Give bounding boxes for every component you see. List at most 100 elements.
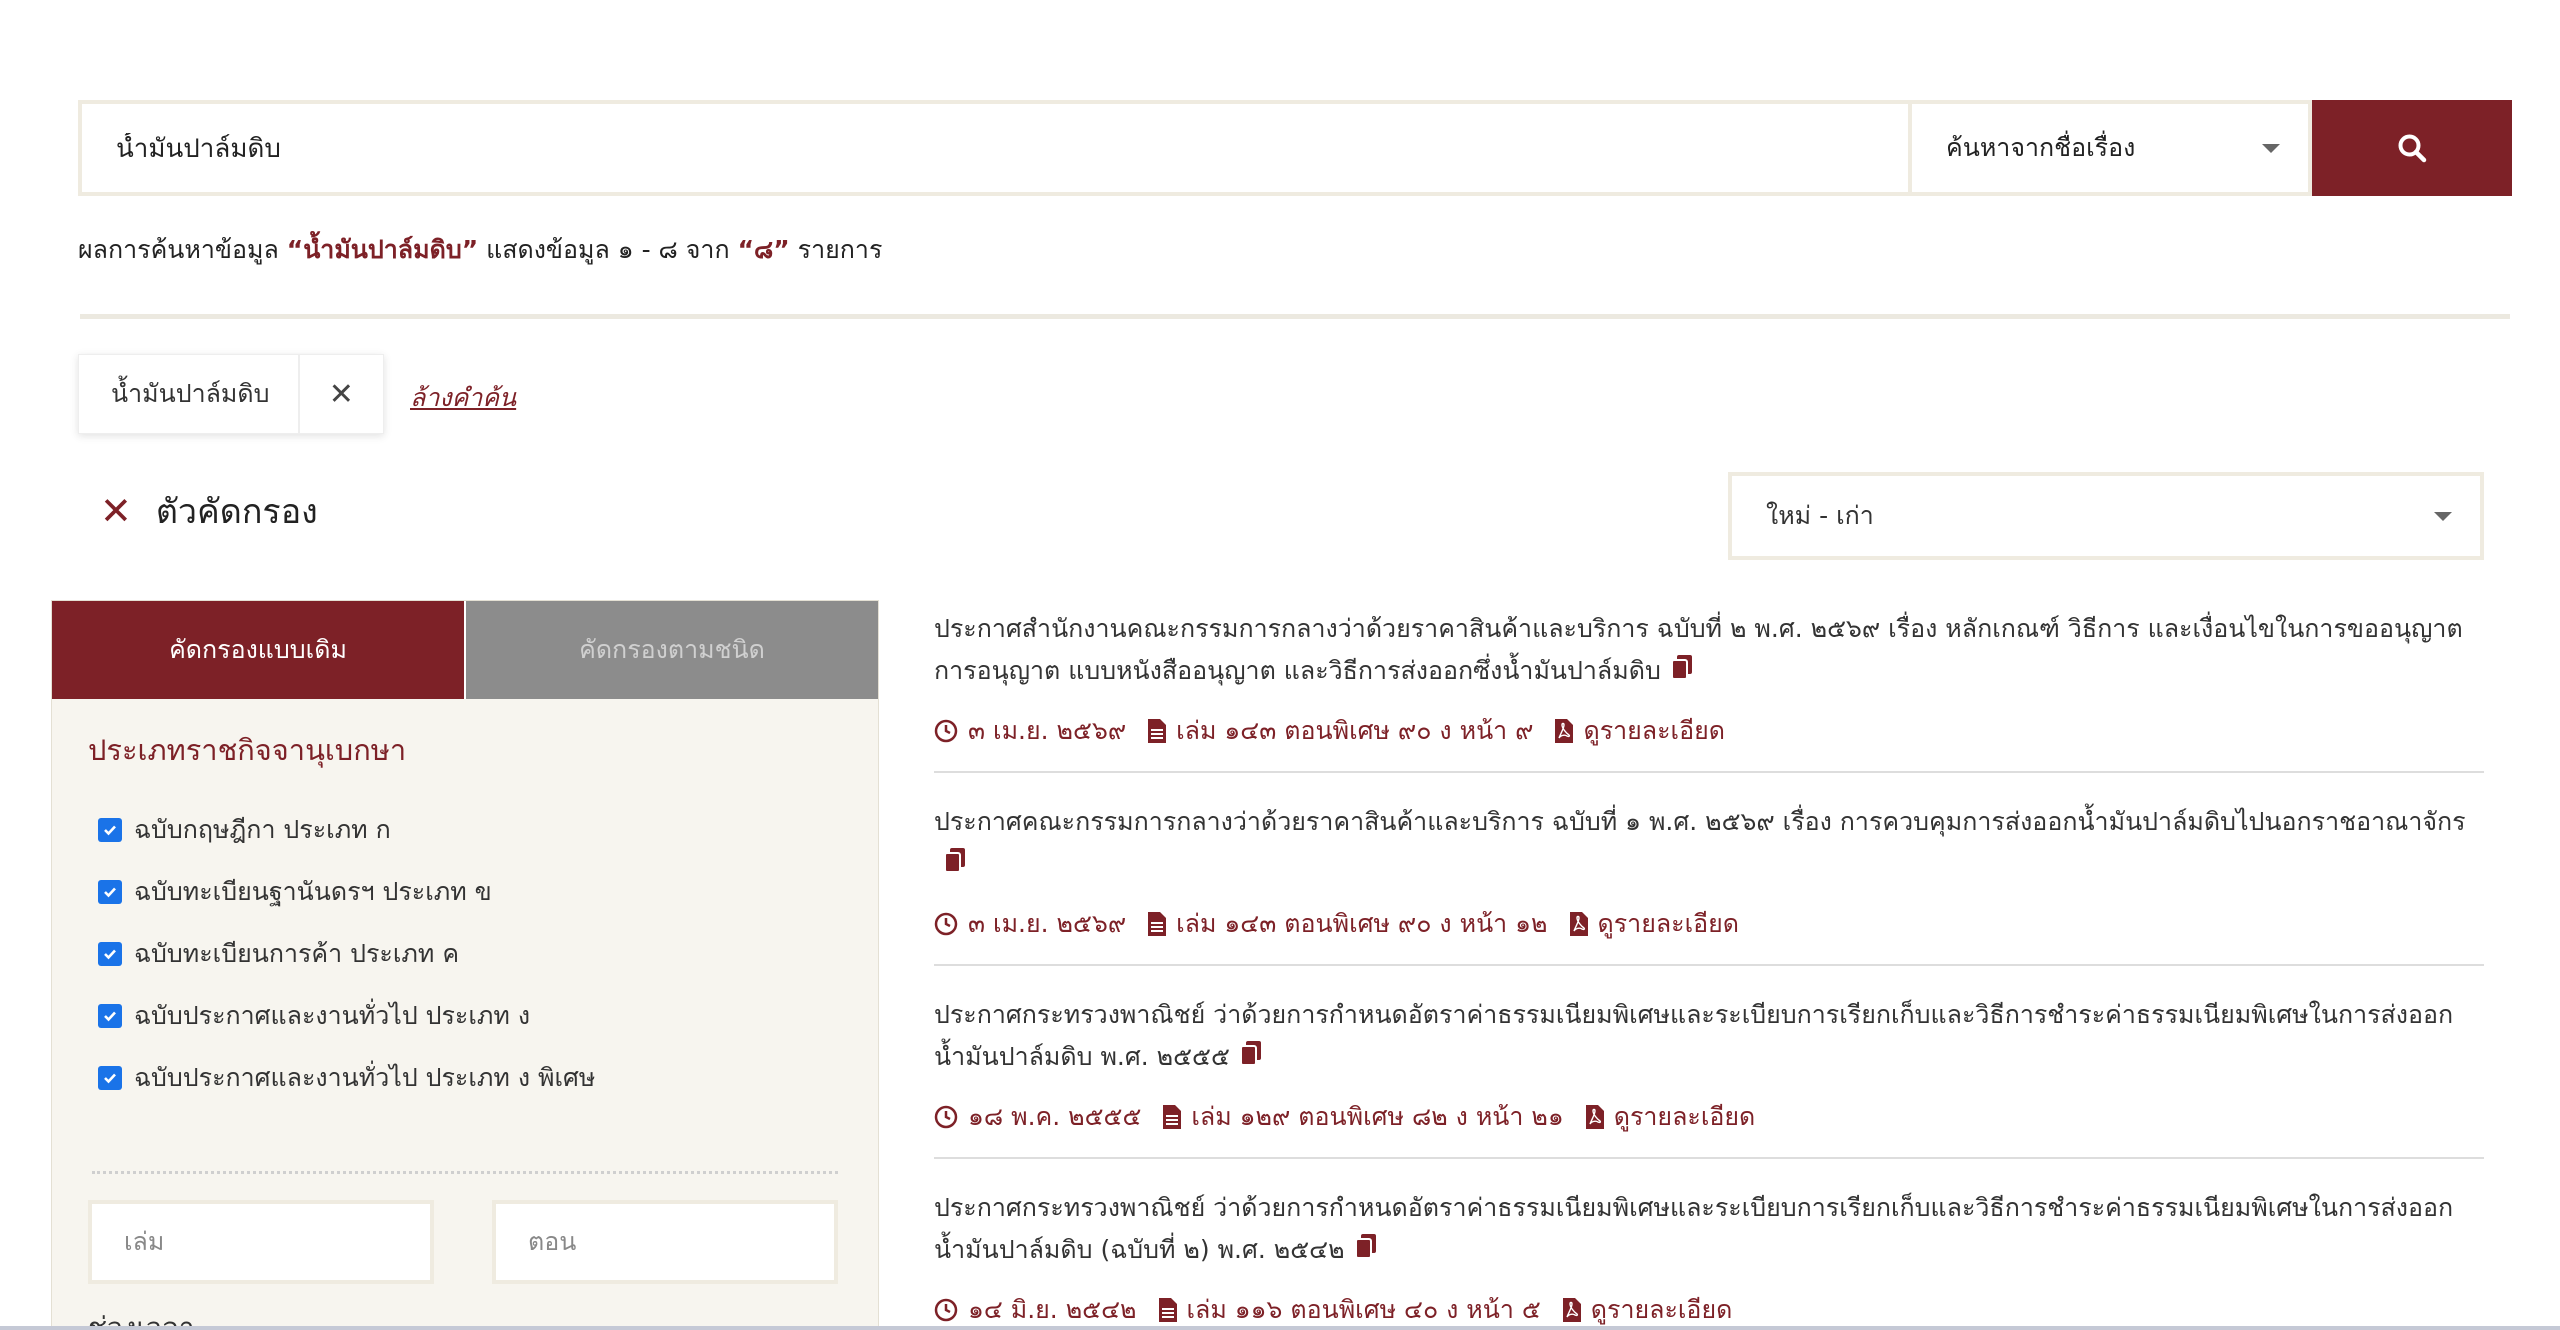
checkbox-item[interactable]: ฉบับทะเบียนฐานันดรฯ ประเภท ข bbox=[88, 861, 842, 923]
result-title-text[interactable]: ประกาศสำนักงานคณะกรรมการกลางว่าด้วยราคาส… bbox=[934, 614, 2463, 685]
check-icon bbox=[104, 1011, 116, 1022]
tab-classic-filter[interactable]: คัดกรองแบบเดิม bbox=[52, 601, 464, 699]
result-meta: ๓ เม.ย. ๒๕๖๙ เล่ม ๑๔๓ ตอนพิเศษ ๙๐ ง หน้า… bbox=[934, 711, 2484, 751]
view-details-link[interactable]: ดูรายละเอียด bbox=[1591, 1290, 1733, 1330]
result-reference: เล่ม ๑๔๓ ตอนพิเศษ ๙๐ ง หน้า ๑๒ bbox=[1176, 909, 1548, 938]
search-type-label: ค้นหาจากชื่อเรื่อง bbox=[1946, 133, 2136, 162]
clock-icon bbox=[934, 1105, 958, 1129]
search-bar: ค้นหาจากชื่อเรื่อง bbox=[78, 100, 2512, 196]
document-icon bbox=[1148, 719, 1167, 743]
result-title[interactable]: ประกาศกระทรวงพาณิชย์ ว่าด้วยการกำหนดอัตร… bbox=[934, 1179, 2484, 1272]
divider bbox=[80, 314, 2510, 319]
checkbox-checked[interactable] bbox=[98, 942, 122, 966]
document-icon bbox=[1148, 912, 1167, 936]
chevron-down-icon bbox=[2262, 143, 2280, 153]
view-details-link[interactable]: ดูรายละเอียด bbox=[1614, 1097, 1756, 1137]
result-meta: ๓ เม.ย. ๒๕๖๙ เล่ม ๑๔๓ ตอนพิเศษ ๙๐ ง หน้า… bbox=[934, 904, 2484, 944]
search-button[interactable] bbox=[2312, 100, 2512, 196]
tab-type-filter[interactable]: คัดกรองตามชนิด bbox=[464, 601, 878, 699]
view-details-link[interactable]: ดูรายละเอียด bbox=[1598, 904, 1740, 944]
divider bbox=[92, 1171, 838, 1174]
filter-header: ✕ ตัวคัดกรอง bbox=[100, 484, 318, 538]
checkbox-item[interactable]: ฉบับกฤษฎีกา ประเภท ก bbox=[88, 799, 842, 861]
clock-icon bbox=[934, 1298, 958, 1322]
check-icon bbox=[104, 949, 116, 960]
tag-label: น้ำมันปาล์มดิบ bbox=[79, 355, 300, 433]
checkbox-label: ฉบับประกาศและงานทั่วไป ประเภท ง พิเศษ bbox=[134, 1063, 596, 1092]
checkbox-item[interactable]: ฉบับประกาศและงานทั่วไป ประเภท ง bbox=[88, 985, 842, 1047]
result-reference: เล่ม ๑๑๖ ตอนพิเศษ ๔๐ ง หน้า ๕ bbox=[1186, 1295, 1541, 1324]
filter-panel: คัดกรองแบบเดิม คัดกรองตามชนิด ประเภทราชก… bbox=[51, 600, 879, 1330]
document-icon bbox=[1163, 1105, 1182, 1129]
search-type-select[interactable]: ค้นหาจากชื่อเรื่อง bbox=[1908, 100, 2312, 196]
copy-icon[interactable] bbox=[1670, 651, 1693, 693]
checkbox-checked[interactable] bbox=[98, 818, 122, 842]
checkbox-checked[interactable] bbox=[98, 880, 122, 904]
sort-label: ใหม่ - เก่า bbox=[1766, 501, 1874, 530]
sort-select[interactable]: ใหม่ - เก่า bbox=[1728, 472, 2484, 560]
checkbox-item[interactable]: ฉบับประกาศและงานทั่วไป ประเภท ง พิเศษ bbox=[88, 1047, 842, 1109]
volume-section-inputs: เล่ม ตอน bbox=[88, 1200, 842, 1284]
checkbox-item[interactable]: ฉบับทะเบียนการค้า ประเภท ค bbox=[88, 923, 842, 985]
result-title-text[interactable]: ประกาศกระทรวงพาณิชย์ ว่าด้วยการกำหนดอัตร… bbox=[934, 1000, 2453, 1071]
result-item: ประกาศกระทรวงพาณิชย์ ว่าด้วยการกำหนดอัตร… bbox=[934, 986, 2484, 1159]
copy-icon[interactable] bbox=[944, 844, 966, 886]
result-meta: ๑๘ พ.ค. ๒๕๕๕ เล่ม ๑๒๙ ตอนพิเศษ ๘๒ ง หน้า… bbox=[934, 1097, 2484, 1137]
section-input[interactable]: ตอน bbox=[492, 1200, 838, 1284]
filter-tabs: คัดกรองแบบเดิม คัดกรองตามชนิด bbox=[52, 601, 878, 699]
pdf-icon[interactable] bbox=[1569, 912, 1588, 936]
result-item: ประกาศสำนักงานคณะกรรมการกลางว่าด้วยราคาส… bbox=[934, 600, 2484, 773]
pdf-icon[interactable] bbox=[1562, 1298, 1581, 1322]
result-meta: ๑๔ มิ.ย. ๒๕๔๒ เล่ม ๑๑๖ ตอนพิเศษ ๔๐ ง หน้… bbox=[934, 1290, 2484, 1330]
chevron-down-icon bbox=[2434, 511, 2452, 521]
search-tag-chip: น้ำมันปาล์มดิบ ✕ bbox=[78, 354, 384, 434]
checkbox-checked[interactable] bbox=[98, 1004, 122, 1028]
result-reference: เล่ม ๑๒๙ ตอนพิเศษ ๘๒ ง หน้า ๒๑ bbox=[1191, 1102, 1564, 1131]
results-list: ประกาศสำนักงานคณะกรรมการกลางว่าด้วยราคาส… bbox=[934, 600, 2484, 1330]
checkbox-label: ฉบับทะเบียนการค้า ประเภท ค bbox=[134, 939, 460, 968]
result-title[interactable]: ประกาศคณะกรรมการกลางว่าด้วยราคาสินค้าและ… bbox=[934, 793, 2484, 886]
summary-middle: แสดงข้อมูล ๑ - ๘ จาก bbox=[486, 235, 730, 264]
check-icon bbox=[104, 887, 116, 898]
result-reference: เล่ม ๑๔๓ ตอนพิเศษ ๙๐ ง หน้า ๙ bbox=[1176, 716, 1534, 745]
volume-input[interactable]: เล่ม bbox=[88, 1200, 434, 1284]
gazette-type-heading: ประเภทราชกิจจานุเบกษา bbox=[88, 733, 407, 767]
copy-icon[interactable] bbox=[1239, 1037, 1262, 1079]
search-icon bbox=[2398, 134, 2427, 163]
search-input-wrapper bbox=[78, 100, 1908, 196]
copy-icon[interactable] bbox=[1354, 1230, 1377, 1272]
result-title[interactable]: ประกาศสำนักงานคณะกรรมการกลางว่าด้วยราคาส… bbox=[934, 600, 2484, 693]
result-title[interactable]: ประกาศกระทรวงพาณิชย์ ว่าด้วยการกำหนดอัตร… bbox=[934, 986, 2484, 1079]
result-item: ประกาศกระทรวงพาณิชย์ ว่าด้วยการกำหนดอัตร… bbox=[934, 1179, 2484, 1330]
view-details-link[interactable]: ดูรายละเอียด bbox=[1583, 711, 1725, 751]
result-item: ประกาศคณะกรรมการกลางว่าด้วยราคาสินค้าและ… bbox=[934, 793, 2484, 966]
document-icon bbox=[1158, 1298, 1177, 1322]
filter-panel-body: ประเภทราชกิจจานุเบกษา ฉบับกฤษฎีกา ประเภท… bbox=[52, 699, 878, 1330]
result-date: ๑๘ พ.ค. ๒๕๕๕ bbox=[968, 1102, 1142, 1131]
result-summary: ผลการค้นหาข้อมูล “น้ำมันปาล์มดิบ” แสดงข้… bbox=[78, 230, 882, 270]
close-icon[interactable]: ✕ bbox=[300, 355, 383, 433]
filter-title: ตัวคัดกรอง bbox=[155, 492, 318, 532]
clock-icon bbox=[934, 912, 958, 936]
pdf-icon[interactable] bbox=[1555, 719, 1574, 743]
result-date: ๓ เม.ย. ๒๕๖๙ bbox=[968, 716, 1127, 745]
close-filter-icon[interactable]: ✕ bbox=[100, 492, 132, 530]
result-date: ๑๔ มิ.ย. ๒๕๔๒ bbox=[968, 1295, 1137, 1324]
checkbox-checked[interactable] bbox=[98, 1066, 122, 1090]
check-icon bbox=[104, 825, 116, 836]
summary-total: “๘” bbox=[737, 235, 790, 264]
window-bottom-edge bbox=[0, 1326, 2560, 1330]
check-icon bbox=[104, 1073, 116, 1084]
summary-suffix: รายการ bbox=[797, 235, 883, 264]
summary-query: “น้ำมันปาล์มดิบ” bbox=[286, 235, 479, 264]
search-input[interactable] bbox=[116, 133, 1908, 163]
summary-prefix: ผลการค้นหาข้อมูล bbox=[78, 235, 279, 264]
pdf-icon[interactable] bbox=[1585, 1105, 1604, 1129]
checkbox-label: ฉบับประกาศและงานทั่วไป ประเภท ง bbox=[134, 1001, 531, 1030]
clock-icon bbox=[934, 719, 958, 743]
checkbox-label: ฉบับทะเบียนฐานันดรฯ ประเภท ข bbox=[134, 877, 492, 906]
result-title-text[interactable]: ประกาศกระทรวงพาณิชย์ ว่าด้วยการกำหนดอัตร… bbox=[934, 1193, 2453, 1264]
checkbox-label: ฉบับกฤษฎีกา ประเภท ก bbox=[134, 815, 391, 844]
result-title-text[interactable]: ประกาศคณะกรรมการกลางว่าด้วยราคาสินค้าและ… bbox=[934, 807, 2466, 836]
clear-search-link[interactable]: ล้างคำค้น bbox=[410, 378, 516, 418]
